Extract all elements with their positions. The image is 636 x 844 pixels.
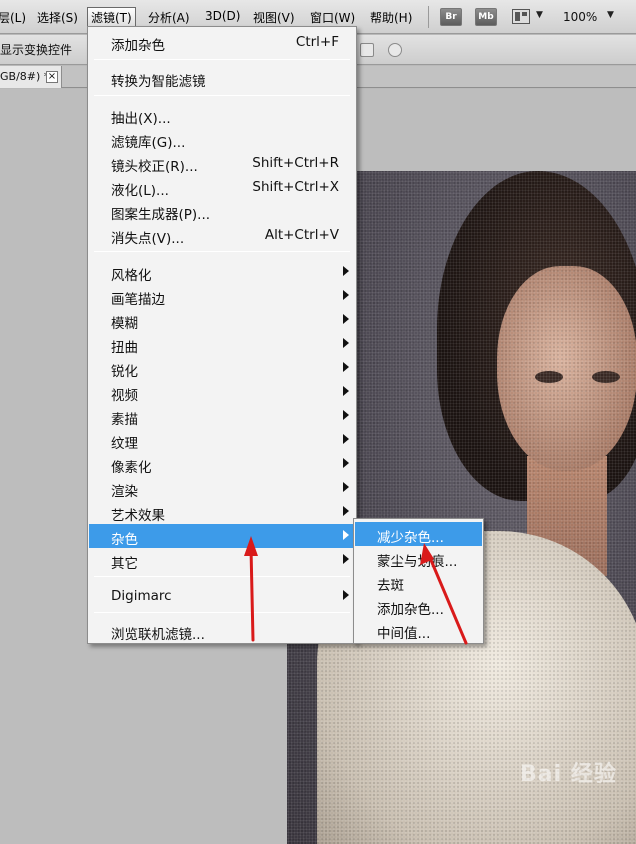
- submenu-arrow-icon: [343, 362, 349, 372]
- align-icon[interactable]: [360, 43, 374, 57]
- menu-item-filter-gallery[interactable]: 滤镜库(G)...: [89, 127, 355, 151]
- menu-filter[interactable]: 滤镜(T): [87, 7, 136, 28]
- submenu-arrow-icon: [343, 314, 349, 324]
- menu-item-lens-correction[interactable]: 镜头校正(R)... Shift+Ctrl+R: [89, 151, 355, 175]
- menu-item-other[interactable]: 其它: [89, 548, 355, 572]
- menu-view[interactable]: 视图(V): [253, 9, 295, 26]
- menu-item-sketch[interactable]: 素描: [89, 404, 355, 428]
- submenu-arrow-icon: [343, 434, 349, 444]
- menu-item-extract[interactable]: 抽出(X)...: [89, 103, 355, 127]
- submenu-arrow-icon: [343, 266, 349, 276]
- menu-item-distort[interactable]: 扭曲: [89, 332, 355, 356]
- menu-item-sharpen[interactable]: 锐化: [89, 356, 355, 380]
- close-icon[interactable]: ×: [46, 71, 58, 83]
- bridge-button[interactable]: Br: [440, 8, 462, 26]
- submenu-arrow-icon: [343, 458, 349, 468]
- submenu-arrow-icon: [343, 338, 349, 348]
- menu-item-vanishing-point[interactable]: 消失点(V)... Alt+Ctrl+V: [89, 223, 355, 247]
- zoom-level[interactable]: 100%: [563, 10, 597, 24]
- menu-item-last-filter[interactable]: 添加杂色 Ctrl+F: [89, 30, 355, 54]
- submenu-arrow-icon: [343, 386, 349, 396]
- toolbar-separator: [428, 6, 429, 28]
- menu-item-browse-online-filters[interactable]: 浏览联机滤镜...: [89, 619, 355, 643]
- submenu-arrow-icon: [343, 290, 349, 300]
- menu-separator: [94, 59, 350, 60]
- menu-select[interactable]: 选择(S): [37, 9, 78, 26]
- menu-item-render[interactable]: 渲染: [89, 476, 355, 500]
- filter-menu: 添加杂色 Ctrl+F 转换为智能滤镜 抽出(X)... 滤镜库(G)... 镜…: [87, 26, 357, 644]
- menu-item-liquify[interactable]: 液化(L)... Shift+Ctrl+X: [89, 175, 355, 199]
- menu-layer[interactable]: 层(L): [0, 9, 26, 26]
- menu-separator: [94, 576, 350, 577]
- mini-bridge-button[interactable]: Mb: [475, 8, 497, 26]
- menu-item-convert-smart-filter[interactable]: 转换为智能滤镜: [89, 66, 355, 90]
- chevron-down-icon[interactable]: ▼: [536, 10, 543, 20]
- auto-align-icon[interactable]: [388, 43, 402, 57]
- menu-item-brush-strokes[interactable]: 画笔描边: [89, 284, 355, 308]
- menu-analysis[interactable]: 分析(A): [148, 9, 190, 26]
- menu-item-artistic[interactable]: 艺术效果: [89, 500, 355, 524]
- menu-item-digimarc[interactable]: Digimarc: [89, 584, 355, 608]
- submenu-item-median[interactable]: 中间值...: [355, 618, 482, 642]
- menu-item-noise[interactable]: 杂色: [89, 524, 355, 548]
- arrange-documents-icon[interactable]: [512, 9, 530, 24]
- submenu-item-dust-scratches[interactable]: 蒙尘与划痕...: [355, 546, 482, 570]
- menu-separator: [94, 251, 350, 252]
- submenu-arrow-icon: [343, 410, 349, 420]
- menu-3d[interactable]: 3D(D): [205, 9, 240, 23]
- submenu-arrow-icon: [343, 590, 349, 600]
- menu-help[interactable]: 帮助(H): [370, 9, 412, 26]
- menu-separator: [94, 95, 350, 96]
- menu-item-video[interactable]: 视频: [89, 380, 355, 404]
- submenu-item-reduce-noise[interactable]: 减少杂色...: [355, 522, 482, 546]
- submenu-arrow-icon: [343, 506, 349, 516]
- menu-window[interactable]: 窗口(W): [310, 9, 355, 26]
- submenu-arrow-icon: [343, 554, 349, 564]
- noise-submenu: 减少杂色... 蒙尘与划痕... 去斑 添加杂色... 中间值...: [353, 518, 484, 644]
- menu-item-stylize[interactable]: 风格化: [89, 260, 355, 284]
- menu-item-pixelate[interactable]: 像素化: [89, 452, 355, 476]
- submenu-arrow-icon: [343, 530, 349, 540]
- menu-item-texture[interactable]: 纹理: [89, 428, 355, 452]
- chevron-down-icon[interactable]: ▼: [607, 10, 614, 20]
- submenu-item-add-noise[interactable]: 添加杂色...: [355, 594, 482, 618]
- show-transform-controls[interactable]: 显示变换控件: [0, 41, 72, 58]
- submenu-arrow-icon: [343, 482, 349, 492]
- document-tab[interactable]: GB/8#) * ×: [0, 66, 62, 88]
- submenu-item-despeckle[interactable]: 去斑: [355, 570, 482, 594]
- menu-separator: [94, 612, 350, 613]
- document-tab-title: GB/8#) *: [0, 70, 50, 83]
- menu-item-pattern-maker[interactable]: 图案生成器(P)...: [89, 199, 355, 223]
- watermark: Bai 经验: [520, 762, 617, 787]
- menu-item-blur[interactable]: 模糊: [89, 308, 355, 332]
